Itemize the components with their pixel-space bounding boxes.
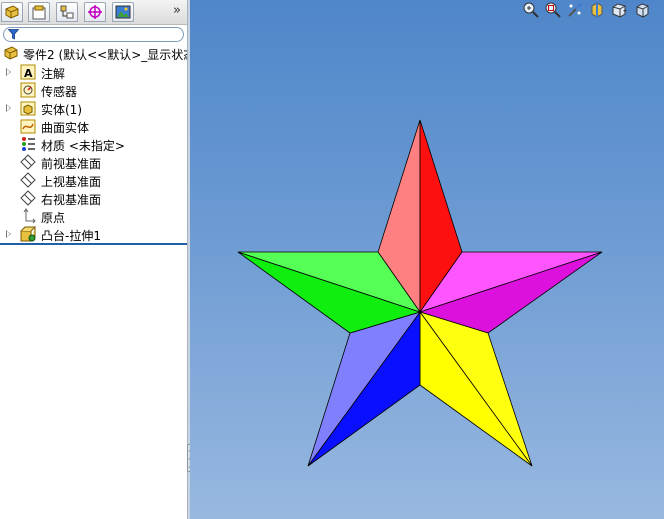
solid-body-folder-icon [20, 100, 36, 116]
plane-icon [20, 154, 36, 170]
display-manager-tab[interactable] [112, 2, 134, 22]
tree-item-label: 原点 [41, 211, 66, 225]
plane-icon [20, 172, 36, 188]
svg-text:A: A [24, 67, 33, 80]
tree-item-label: 曲面实体 [41, 121, 90, 135]
origin-icon [20, 208, 36, 224]
annotations-icon: A [20, 64, 36, 80]
tree-item-annotations[interactable]: A 注解 [0, 63, 187, 81]
feature-manager-panel: » 零件2 (默认<<默认>_显示状态 A 注解 传感器 实体(1) 曲面实体 … [0, 0, 195, 519]
manager-tab-bar: » [0, 0, 187, 25]
tree-item-solid-bodies[interactable]: 实体(1) [0, 99, 187, 117]
sensor-icon [20, 82, 36, 98]
dimxpert-manager-tab[interactable] [84, 2, 106, 22]
material-icon [20, 136, 36, 152]
tree-item-top-plane[interactable]: 上视基准面 [0, 171, 187, 189]
tree-item-label: 上视基准面 [41, 175, 102, 189]
tree-root-label: 零件2 (默认<<默认>_显示状态 [23, 48, 196, 62]
surface-body-folder-icon [20, 118, 36, 134]
tree-item-front-plane[interactable]: 前视基准面 [0, 153, 187, 171]
feature-filter-input[interactable] [3, 27, 184, 42]
expand-arrow-icon[interactable] [6, 230, 11, 238]
tree-root-part[interactable]: 零件2 (默认<<默认>_显示状态 [0, 44, 195, 62]
expand-arrow-icon[interactable] [6, 68, 11, 76]
tree-item-label: 注解 [41, 67, 66, 81]
plane-icon [20, 190, 36, 206]
tree-item-right-plane[interactable]: 右视基准面 [0, 189, 187, 207]
tree-item-label: 传感器 [41, 85, 78, 99]
part-icon [3, 45, 19, 61]
tree-item-label: 材质 <未指定> [41, 139, 125, 153]
boss-extrude-icon [20, 226, 37, 242]
tree-item-label: 前视基准面 [41, 157, 102, 171]
property-manager-tab[interactable] [28, 2, 50, 22]
tree-item-label: 实体(1) [41, 103, 82, 117]
star-model[interactable] [190, 0, 664, 519]
tree-item-origin[interactable]: 原点 [0, 207, 187, 225]
tree-item-surface-bodies[interactable]: 曲面实体 [0, 117, 187, 135]
tree-item-label: 凸台-拉伸1 [41, 229, 101, 243]
expand-arrow-icon[interactable] [6, 104, 11, 112]
feature-manager-tab[interactable] [1, 2, 23, 22]
tree-item-material[interactable]: 材质 <未指定> [0, 135, 187, 153]
tree-item-boss-extrude[interactable]: 凸台-拉伸1 [0, 225, 187, 243]
graphics-area[interactable] [190, 0, 664, 519]
more-tabs-button[interactable]: » [170, 3, 184, 19]
configuration-manager-tab[interactable] [56, 2, 78, 22]
tree-item-sensors[interactable]: 传感器 [0, 81, 187, 99]
rollback-bar[interactable] [0, 243, 187, 245]
tree-item-label: 右视基准面 [41, 193, 102, 207]
